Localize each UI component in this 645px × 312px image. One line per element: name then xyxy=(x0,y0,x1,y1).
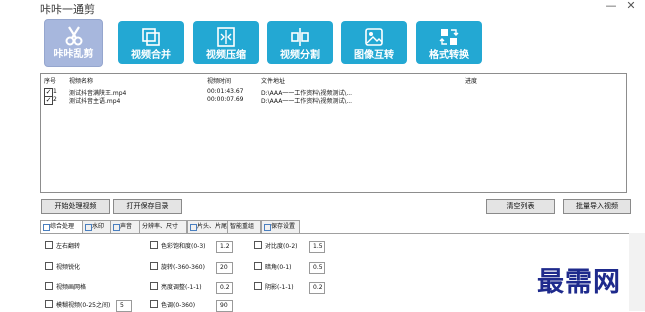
rotate-input[interactable]: 20 xyxy=(216,262,233,274)
contrast-checkbox[interactable]: 对比度(0-2) xyxy=(254,241,297,251)
tool-label: 视频分割 xyxy=(280,50,320,61)
tool-label: 视频压缩 xyxy=(206,50,246,61)
checkbox-box[interactable] xyxy=(45,241,53,249)
checkbox-box[interactable] xyxy=(150,262,158,270)
row-checkbox[interactable]: ✓ xyxy=(44,96,53,105)
scissors-icon xyxy=(45,25,102,47)
checkbox-box[interactable] xyxy=(45,262,53,270)
tool-label: 咔咔乱剪 xyxy=(53,49,94,60)
row-name: 测试抖音主语.mp4 xyxy=(69,98,121,105)
tool-button-kaka-cut[interactable]: 咔咔乱剪 xyxy=(44,19,103,67)
checkbox-box[interactable] xyxy=(150,241,158,249)
saturation-input[interactable]: 1.2 xyxy=(216,241,233,253)
header-name: 视频名称 xyxy=(69,78,94,85)
hue-checkbox[interactable]: 色调(0-360) xyxy=(150,300,195,310)
checkbox-box[interactable] xyxy=(254,282,262,290)
table-row[interactable]: ✓ 2 测试抖音主语.mp4 00:00:07.69 D:\AAA一一工作资料\… xyxy=(41,96,626,105)
compress-icon xyxy=(193,26,259,48)
tool-button-compress[interactable]: 视频压缩 xyxy=(193,21,259,64)
title-bar: 咔咔一通剪 — ✕ xyxy=(0,0,645,16)
video-list[interactable]: 序号 视频名称 视频时间 文件地址 进度 ✓ 1 测试抖音满陕王.mp4 00:… xyxy=(40,73,627,193)
checkbox-box[interactable] xyxy=(45,282,53,290)
tool-label: 格式转换 xyxy=(429,50,469,61)
checkbox-box[interactable] xyxy=(150,300,158,308)
grid-checkbox[interactable]: 视频画网格 xyxy=(45,282,86,292)
start-process-button[interactable]: 开始处理视频 xyxy=(41,199,110,214)
vignette-input[interactable]: 0.5 xyxy=(309,262,325,274)
tab-smart-reorganize[interactable]: 智能重组 xyxy=(227,220,261,233)
saturation-checkbox[interactable]: 色彩饱和度(0-3) xyxy=(150,241,205,251)
row-duration: 00:00:07.69 xyxy=(207,96,244,103)
batch-import-button[interactable]: 批量导入视频 xyxy=(563,199,631,214)
checkbox-box[interactable] xyxy=(45,300,53,308)
merge-icon xyxy=(118,26,184,48)
flip-checkbox[interactable]: 左右翻转 xyxy=(45,241,80,251)
brightness-input[interactable]: 0.2 xyxy=(216,282,233,294)
tab-icon xyxy=(264,224,271,231)
image-icon xyxy=(341,26,407,48)
checkbox-box[interactable] xyxy=(254,241,262,249)
hue-input[interactable]: 90 xyxy=(216,300,233,312)
tool-button-split[interactable]: 视频分割 xyxy=(267,21,333,64)
tab-icon xyxy=(190,224,197,231)
tab-icon xyxy=(113,224,120,231)
close-button[interactable]: ✕ xyxy=(621,0,641,13)
tool-label: 图像互转 xyxy=(354,50,394,61)
contrast-input[interactable]: 1.5 xyxy=(309,241,325,253)
row-duration: 00:01:43.67 xyxy=(207,88,244,95)
header-index: 序号 xyxy=(44,78,57,85)
list-header: 序号 视频名称 视频时间 文件地址 进度 xyxy=(41,76,626,87)
sharpen-checkbox[interactable]: 视频锐化 xyxy=(45,262,80,272)
shadow-checkbox[interactable]: 阴影(-1-1) xyxy=(254,282,294,292)
tool-button-image-convert[interactable]: 图像互转 xyxy=(341,21,407,64)
header-progress: 进度 xyxy=(465,78,478,85)
tab-save-settings[interactable]: 保存设置 xyxy=(261,220,300,233)
header-duration: 视频时间 xyxy=(207,78,232,85)
row-path: D:\AAA一一工作资料\视频测试\... xyxy=(261,98,353,105)
tab-icon xyxy=(85,224,92,231)
tab-icon xyxy=(43,224,50,231)
tab-resolution[interactable]: 分辨率、尺寸 xyxy=(139,220,187,233)
vignette-checkbox[interactable]: 暗角(0-1) xyxy=(254,262,291,272)
convert-icon xyxy=(416,26,482,48)
checkbox-box[interactable] xyxy=(254,262,262,270)
clear-list-button[interactable]: 清空列表 xyxy=(486,199,555,214)
blur-checkbox[interactable]: 模糊视频(0-25之间) xyxy=(45,300,110,310)
rotate-checkbox[interactable]: 旋转(-360-360) xyxy=(150,262,205,272)
row-index: 2 xyxy=(53,96,57,103)
tool-button-format-convert[interactable]: 格式转换 xyxy=(416,21,482,64)
checkbox-box[interactable] xyxy=(150,282,158,290)
brightness-checkbox[interactable]: 亮度调整(-1-1) xyxy=(150,282,202,292)
tool-label: 视频合并 xyxy=(131,50,171,61)
right-edge-area xyxy=(629,233,645,311)
minimize-button[interactable]: — xyxy=(601,0,621,13)
row-index: 1 xyxy=(53,88,57,95)
split-icon xyxy=(267,26,333,48)
blur-input[interactable]: 5 xyxy=(116,300,132,312)
tool-button-merge[interactable]: 视频合并 xyxy=(118,21,184,64)
site-watermark: 最需网 xyxy=(537,267,621,298)
open-save-dir-button[interactable]: 打开保存目录 xyxy=(113,199,182,214)
app-title: 咔咔一通剪 xyxy=(40,3,95,16)
header-path: 文件地址 xyxy=(261,78,286,85)
shadow-input[interactable]: 0.2 xyxy=(309,282,325,294)
